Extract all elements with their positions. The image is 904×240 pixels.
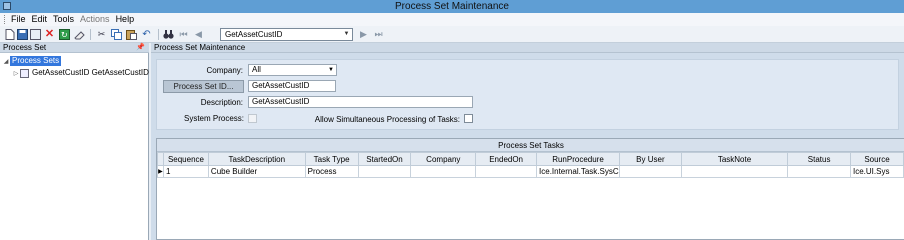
grid-header-row: Sequence TaskDescription Task Type Start… bbox=[157, 152, 904, 166]
expand-icon[interactable]: ▷ bbox=[12, 70, 20, 77]
table-cell[interactable]: Cube Builder bbox=[207, 165, 306, 178]
next-record-icon[interactable]: ▶ bbox=[358, 29, 369, 40]
menu-help[interactable]: Help bbox=[116, 13, 135, 26]
table-cell[interactable]: Ice.Internal.Task.SysC bbox=[536, 165, 620, 178]
table-cell[interactable]: Process bbox=[304, 165, 359, 178]
menu-tools[interactable]: Tools bbox=[53, 13, 74, 26]
column-header[interactable]: StartedOn bbox=[357, 152, 412, 166]
table-cell[interactable] bbox=[787, 165, 851, 178]
table-row[interactable]: ▶ 1 Cube Builder Process Ice.Internal.Ta… bbox=[157, 165, 904, 178]
menu-grip-icon bbox=[4, 15, 7, 24]
previous-record-icon[interactable]: ◀ bbox=[193, 29, 204, 40]
menu-bar: File Edit Tools Actions Help bbox=[0, 13, 904, 26]
company-label: Company: bbox=[206, 66, 243, 75]
column-header[interactable]: TaskNote bbox=[680, 152, 789, 166]
undo-icon[interactable]: ↶ bbox=[141, 29, 152, 40]
allow-simultaneous-checkbox[interactable] bbox=[464, 114, 473, 123]
toolbar: ✕ ↻ ✂ ↶ ⏮ ◀ GetAssetCustID ▼ ▶ ⏭ bbox=[0, 26, 904, 43]
process-set-panel-header: Process Set 📌 bbox=[0, 43, 149, 53]
collapse-icon[interactable]: ◢ bbox=[2, 58, 10, 65]
toolbar-separator bbox=[158, 29, 159, 40]
pin-icon[interactable]: 📌 bbox=[136, 43, 145, 53]
table-cell[interactable] bbox=[619, 165, 682, 178]
table-cell[interactable]: Ice.UI.Sys bbox=[849, 165, 904, 178]
window-title: Process Set Maintenance bbox=[395, 1, 509, 12]
record-combo-value: GetAssetCustID bbox=[225, 30, 283, 39]
column-header[interactable]: TaskDescription bbox=[207, 152, 306, 166]
refresh-icon[interactable]: ↻ bbox=[59, 29, 70, 40]
first-record-icon[interactable]: ⏮ bbox=[178, 29, 189, 40]
chevron-down-icon[interactable]: ▼ bbox=[328, 65, 334, 75]
system-process-label: System Process: bbox=[183, 114, 244, 123]
clear-icon[interactable] bbox=[74, 29, 85, 40]
table-cell[interactable]: 1 bbox=[162, 165, 209, 178]
company-value: All bbox=[252, 65, 261, 74]
new-icon[interactable] bbox=[4, 29, 15, 40]
chevron-down-icon[interactable]: ▼ bbox=[342, 30, 351, 39]
allow-simultaneous-label: Allow Simultaneous Processing of Tasks: bbox=[314, 115, 460, 124]
document-icon bbox=[20, 68, 29, 78]
column-header[interactable]: Task Type bbox=[304, 152, 359, 166]
binoculars-icon[interactable] bbox=[163, 29, 174, 40]
description-field[interactable]: GetAssetCustID bbox=[248, 96, 473, 108]
svg-text:↻: ↻ bbox=[61, 31, 68, 40]
tree-child-label[interactable]: GetAssetCustID GetAssetCustID bbox=[32, 68, 149, 78]
description-label: Description: bbox=[200, 98, 243, 107]
company-select[interactable]: All ▼ bbox=[248, 64, 337, 76]
copy-icon[interactable] bbox=[111, 29, 122, 40]
column-header[interactable]: Sequence bbox=[162, 152, 209, 166]
column-header[interactable]: Company bbox=[410, 152, 477, 166]
column-header[interactable]: By User bbox=[619, 152, 682, 166]
tree-child-node[interactable]: ▷ GetAssetCustID GetAssetCustID bbox=[12, 68, 149, 78]
process-set-id-field[interactable]: GetAssetCustID bbox=[248, 80, 336, 92]
process-set-tree: ◢ Process Sets ▷ GetAssetCustID GetAsset… bbox=[0, 53, 149, 240]
menu-edit[interactable]: Edit bbox=[32, 13, 48, 26]
table-cell[interactable] bbox=[475, 165, 538, 178]
system-process-checkbox[interactable] bbox=[248, 114, 257, 123]
title-bar: Process Set Maintenance bbox=[0, 0, 904, 13]
save-icon[interactable] bbox=[17, 29, 28, 40]
delete-icon[interactable]: ✕ bbox=[44, 29, 55, 40]
cut-icon[interactable]: ✂ bbox=[96, 29, 107, 40]
table-cell[interactable] bbox=[357, 165, 412, 178]
column-header[interactable]: Source bbox=[849, 152, 904, 166]
toolbar-separator bbox=[90, 29, 91, 40]
tasks-table: Sequence TaskDescription Task Type Start… bbox=[157, 152, 904, 178]
tree-root-node[interactable]: ◢ Process Sets bbox=[2, 56, 62, 66]
menu-actions[interactable]: Actions bbox=[80, 13, 110, 26]
panel-title: Process Set bbox=[3, 43, 47, 52]
table-cell[interactable] bbox=[410, 165, 477, 178]
column-header[interactable]: Status bbox=[787, 152, 851, 166]
save-close-icon[interactable] bbox=[30, 29, 41, 40]
record-combo[interactable]: GetAssetCustID ▼ bbox=[220, 28, 353, 41]
panel-title: Process Set Maintenance bbox=[154, 43, 246, 52]
column-header[interactable]: EndedOn bbox=[475, 152, 538, 166]
last-record-icon[interactable]: ⏭ bbox=[373, 29, 384, 40]
maintenance-panel-header: Process Set Maintenance bbox=[151, 43, 904, 53]
panel-splitter[interactable] bbox=[149, 43, 151, 240]
process-set-tasks-grid: Process Set Tasks Sequence TaskDescripti… bbox=[156, 138, 904, 240]
table-cell[interactable] bbox=[680, 165, 789, 178]
row-selector-icon[interactable]: ▶ bbox=[157, 165, 164, 178]
column-header[interactable]: RunProcedure bbox=[536, 152, 620, 166]
menu-file[interactable]: File bbox=[11, 13, 26, 26]
tree-root-label[interactable]: Process Sets bbox=[10, 56, 62, 66]
grid-caption: Process Set Tasks bbox=[157, 139, 904, 152]
paste-icon[interactable] bbox=[126, 29, 137, 40]
process-set-id-button[interactable]: Process Set ID... bbox=[163, 80, 244, 93]
